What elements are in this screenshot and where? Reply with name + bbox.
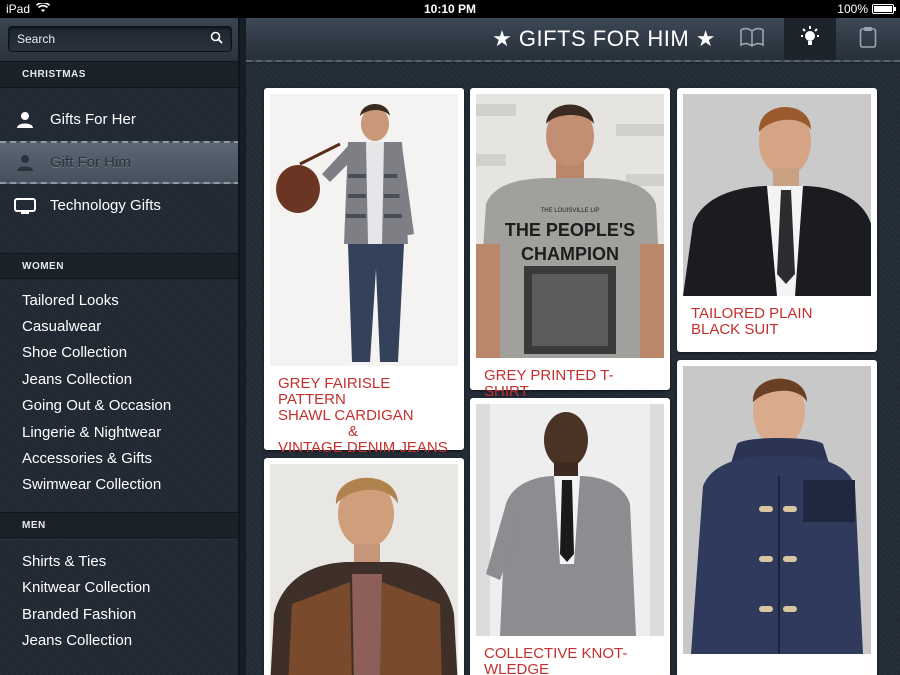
product-caption: GREY FAIRISLE PATTERN SHAWL CARDIGAN & V… — [270, 366, 458, 456]
product-image — [476, 404, 664, 636]
search-input[interactable]: Search — [8, 26, 232, 52]
person-icon — [14, 109, 36, 131]
caption-line: VINTAGE DENIM JEANS — [278, 439, 448, 456]
section-header-christmas: CHRISTMAS — [0, 62, 238, 88]
search-icon — [210, 31, 223, 47]
tv-icon — [14, 195, 36, 217]
sidebar-item-label: Gifts For Her — [50, 111, 136, 128]
status-bar: iPad 10:10 PM 100% — [0, 0, 900, 18]
sidebar: Search CHRISTMAS Gifts For Her Gift For … — [0, 18, 240, 675]
person-icon — [14, 152, 36, 174]
product-image — [270, 94, 458, 366]
sidebar-item-lingerie[interactable]: Lingerie & Nightwear — [0, 419, 238, 445]
caption-line: GREY FAIRISLE PATTERN — [278, 375, 391, 408]
product-image — [683, 94, 871, 296]
clipboard-button[interactable] — [842, 18, 894, 60]
caption-line: TAILORED PLAIN — [691, 305, 813, 322]
product-caption: TAILORED PLAIN BLACK SUIT — [683, 296, 871, 338]
sidebar-item-knitwear[interactable]: Knitwear Collection — [0, 575, 238, 601]
sidebar-item-jeans-collection-men[interactable]: Jeans Collection — [0, 627, 238, 653]
caption-line: & — [348, 423, 359, 440]
section-header-men: MEN — [0, 512, 238, 539]
product-image — [683, 366, 871, 654]
svg-text:CHAMPION: CHAMPION — [521, 244, 619, 264]
product-card-suit[interactable]: TAILORED PLAIN BLACK SUIT — [677, 88, 877, 352]
battery-percent: 100% — [837, 2, 868, 16]
sidebar-item-gift-for-him[interactable]: Gift For Him — [0, 141, 238, 184]
tshirt-small-text: THE LOUISVILLE LIP — [541, 208, 600, 214]
device-label: iPad — [6, 2, 31, 16]
product-card-grey-suit[interactable]: COLLECTIVE KNOT- WLEDGE — [470, 398, 670, 675]
product-image: THE LOUISVILLE LIP THE PEOPLE'S CHAMPION — [476, 94, 664, 358]
search-placeholder: Search — [17, 32, 56, 46]
caption-line: SHAWL CARDIGAN — [278, 407, 414, 424]
product-caption: GREY PRINTED T-SHIRT — [476, 358, 664, 400]
sidebar-item-swimwear[interactable]: Swimwear Collection — [0, 472, 238, 498]
lightbulb-icon — [798, 25, 822, 54]
product-card-tshirt[interactable]: THE LOUISVILLE LIP THE PEOPLE'S CHAMPION… — [470, 88, 670, 400]
sidebar-item-shirts-ties[interactable]: Shirts & Ties — [0, 548, 238, 574]
wifi-icon — [35, 1, 51, 16]
sidebar-item-casualwear[interactable]: Casualwear — [0, 313, 238, 339]
sidebar-item-technology-gifts[interactable]: Technology Gifts — [0, 184, 238, 227]
clipboard-icon — [859, 26, 877, 53]
sidebar-item-branded-fashion[interactable]: Branded Fashion — [0, 601, 238, 627]
book-icon — [740, 27, 764, 52]
sidebar-item-gifts-for-her[interactable]: Gifts For Her — [0, 98, 238, 141]
sidebar-item-going-out[interactable]: Going Out & Occasion — [0, 393, 238, 419]
svg-text:THE PEOPLE'S: THE PEOPLE'S — [505, 220, 635, 240]
lightbulb-button[interactable] — [784, 18, 836, 60]
sidebar-item-tailored-looks[interactable]: Tailored Looks — [0, 287, 238, 313]
product-image — [270, 464, 458, 675]
caption-line: BLACK SUIT — [691, 321, 779, 338]
caption-line: GREY PRINTED T-SHIRT — [484, 367, 614, 400]
product-card-cardigan[interactable]: GREY FAIRISLE PATTERN SHAWL CARDIGAN & V… — [264, 88, 464, 456]
caption-line: WLEDGE — [484, 661, 550, 675]
sidebar-item-label: Technology Gifts — [50, 197, 161, 214]
search-bar: Search — [0, 18, 238, 62]
caption-line: COLLECTIVE KNOT- — [484, 645, 628, 662]
battery-icon — [872, 4, 896, 14]
sidebar-item-shoe-collection[interactable]: Shoe Collection — [0, 340, 238, 366]
sidebar-item-accessories[interactable]: Accessories & Gifts — [0, 445, 238, 471]
sidebar-item-label: Gift For Him — [50, 154, 131, 171]
section-header-women: WOMEN — [0, 253, 238, 279]
product-caption: COLLECTIVE KNOT- WLEDGE — [476, 636, 664, 675]
sidebar-item-jeans-collection-women[interactable]: Jeans Collection — [0, 366, 238, 392]
top-bar: ★ GIFTS FOR HIM ★ — [246, 18, 900, 62]
clock: 10:10 PM — [423, 2, 477, 16]
product-grid: GREY FAIRISLE PATTERN SHAWL CARDIGAN & V… — [246, 64, 900, 675]
page-title: ★ GIFTS FOR HIM ★ — [492, 26, 716, 51]
product-card-duffle-coat[interactable] — [677, 360, 877, 675]
product-card-gilet[interactable] — [264, 458, 464, 675]
catalogue-button[interactable] — [726, 18, 778, 60]
